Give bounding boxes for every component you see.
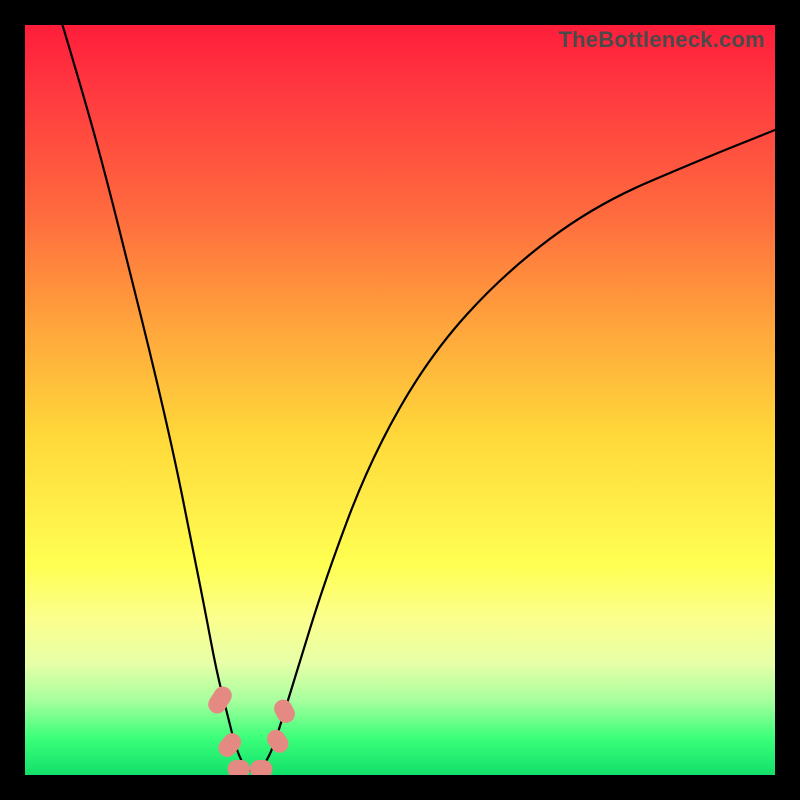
chart-area: TheBottleneck.com xyxy=(25,25,775,775)
curve-marker xyxy=(271,696,298,726)
chart-svg xyxy=(25,25,775,775)
curve-marker xyxy=(228,760,251,775)
curve-marker xyxy=(205,683,235,717)
bottleneck-curve xyxy=(63,25,776,771)
curve-marker xyxy=(250,760,273,775)
curve-markers xyxy=(205,683,298,775)
curve-marker xyxy=(263,726,292,756)
